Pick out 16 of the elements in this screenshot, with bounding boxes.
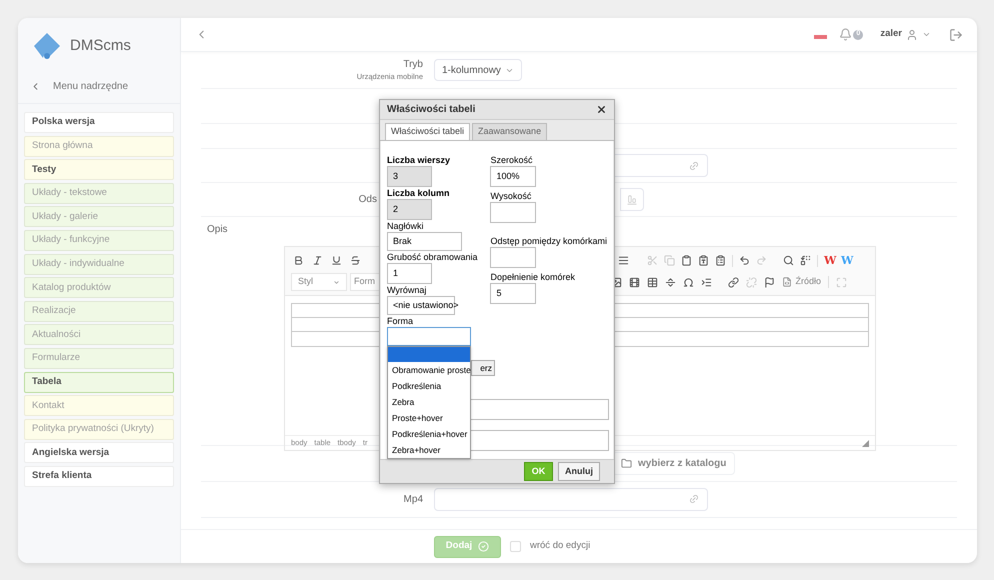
dialog-field-label: Grubość obramowania xyxy=(387,252,478,263)
dialog-title: Właściwości tabeli xyxy=(387,103,476,117)
dialog-field-label: Forma xyxy=(387,316,414,327)
dialog-field-label: Odstęp pomiędzy komórkami xyxy=(490,236,607,247)
dialog-field-label: Liczba wierszy xyxy=(387,155,450,166)
field-label: Tryb xyxy=(403,58,423,71)
field-label: Ods xyxy=(358,193,377,207)
field-label: Opis xyxy=(207,223,228,236)
field-label: Mp4 xyxy=(404,492,423,506)
logo-text: DMScms xyxy=(70,36,131,56)
dialog-field-label: Wyrównaj xyxy=(387,285,426,296)
dialog-field-label: Szerokość xyxy=(490,155,534,166)
dialog-field-label: Wysokość xyxy=(490,191,532,202)
dialog-field-label: Dopełnienie komórek xyxy=(490,272,576,283)
dialog-field-label: Liczba kolumn xyxy=(387,188,450,199)
dialog-field-label: Nagłówki xyxy=(387,221,424,232)
